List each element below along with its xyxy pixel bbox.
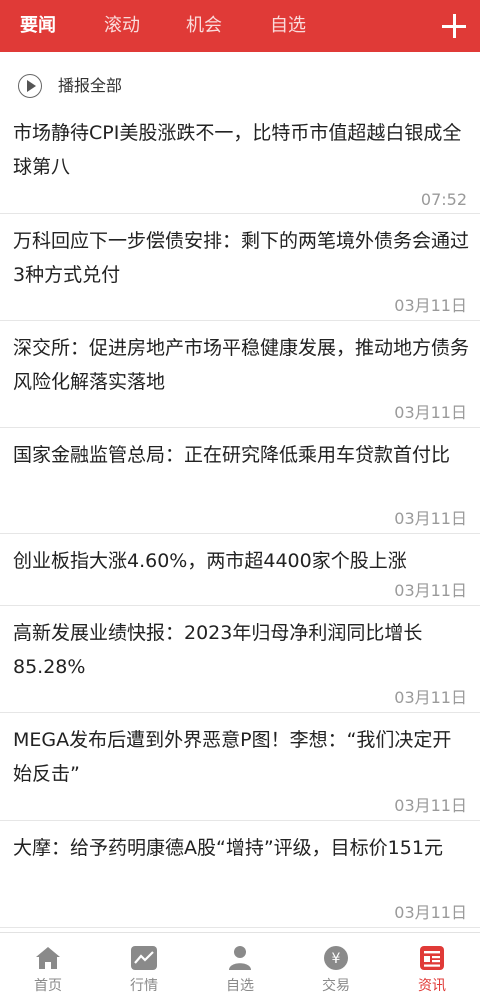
news-item[interactable]: 国家金融监管总局：正在研究降低乘用车贷款首付比 03月11日 [0, 428, 480, 534]
news-list: 市场静待CPI美股涨跌不一，比特币市值超越白银成全球第八 07:52 万科回应下… [0, 106, 480, 928]
plus-icon[interactable] [438, 10, 470, 42]
news-time: 03月11日 [394, 903, 467, 922]
nav-trade[interactable]: ¥ 交易 [288, 933, 384, 1001]
news-icon [420, 946, 444, 970]
broadcast-label: 播报全部 [58, 76, 123, 95]
news-item[interactable]: 创业板指大涨4.60%，两市超4400家个股上涨 03月11日 [0, 534, 480, 606]
nav-watchlist[interactable]: 自选 [192, 933, 288, 1001]
news-title[interactable]: 市场静待CPI美股涨跌不一，比特币市值超越白银成全球第八 [13, 116, 470, 184]
tab-rolling[interactable]: 滚动 [104, 0, 140, 52]
yen-icon: ¥ [324, 946, 348, 970]
news-title[interactable]: 创业板指大涨4.60%，两市超4400家个股上涨 [13, 544, 470, 578]
news-time: 07:52 [420, 190, 467, 209]
nav-label: 资讯 [418, 978, 446, 994]
news-title[interactable]: 万科回应下一步偿债安排：剩下的两笔境外债务会通过3种方式兑付 [13, 224, 470, 292]
nav-market[interactable]: 行情 [96, 933, 192, 1001]
news-item[interactable]: 市场静待CPI美股涨跌不一，比特币市值超越白银成全球第八 07:52 [0, 106, 480, 214]
news-time: 03月11日 [394, 581, 467, 600]
news-time: 03月11日 [394, 796, 467, 815]
news-title[interactable]: 深交所：促进房地产市场平稳健康发展，推动地方债务风险化解落实落地 [13, 331, 470, 399]
chart-icon [131, 946, 157, 970]
news-time: 03月11日 [394, 509, 467, 528]
svg-text:¥: ¥ [332, 951, 341, 967]
news-item[interactable]: MEGA发布后遭到外界恶意P图！李想：“我们决定开始反击” 03月11日 [0, 713, 480, 821]
news-item[interactable]: 万科回应下一步偿债安排：剩下的两笔境外债务会通过3种方式兑付 03月11日 [0, 214, 480, 321]
news-item[interactable]: 大摩：给予药明康德A股“增持”评级，目标价151元 03月11日 [0, 821, 480, 928]
news-item[interactable]: 高新发展业绩快报：2023年归母净利润同比增长85.28% 03月11日 [0, 606, 480, 713]
news-title[interactable]: MEGA发布后遭到外界恶意P图！李想：“我们决定开始反击” [13, 723, 470, 791]
news-title[interactable]: 大摩：给予药明康德A股“增持”评级，目标价151元 [13, 831, 470, 865]
nav-label: 自选 [226, 978, 254, 994]
news-time: 03月11日 [394, 688, 467, 707]
top-bar: 要闻 滚动 机会 自选 [0, 0, 480, 52]
nav-home[interactable]: 首页 [0, 933, 96, 1001]
tab-opportunities[interactable]: 机会 [186, 0, 222, 52]
person-icon [229, 946, 251, 970]
tab-watchlist[interactable]: 自选 [270, 0, 306, 52]
nav-label: 行情 [130, 978, 158, 994]
news-title[interactable]: 高新发展业绩快报：2023年归母净利润同比增长85.28% [13, 616, 470, 684]
nav-news[interactable]: 资讯 [384, 933, 480, 1001]
nav-label: 首页 [34, 978, 62, 994]
news-time: 03月11日 [394, 403, 467, 422]
tab-headlines[interactable]: 要闻 [20, 0, 56, 52]
news-item[interactable]: 深交所：促进房地产市场平稳健康发展，推动地方债务风险化解落实落地 03月11日 [0, 321, 480, 428]
home-icon [36, 947, 60, 969]
play-icon[interactable] [18, 74, 42, 98]
news-title[interactable]: 国家金融监管总局：正在研究降低乘用车贷款首付比 [13, 438, 470, 472]
news-time: 03月11日 [394, 296, 467, 315]
nav-label: 交易 [322, 978, 350, 994]
bottom-nav: 首页 行情 自选 ¥ 交易 资讯 [0, 932, 480, 1001]
